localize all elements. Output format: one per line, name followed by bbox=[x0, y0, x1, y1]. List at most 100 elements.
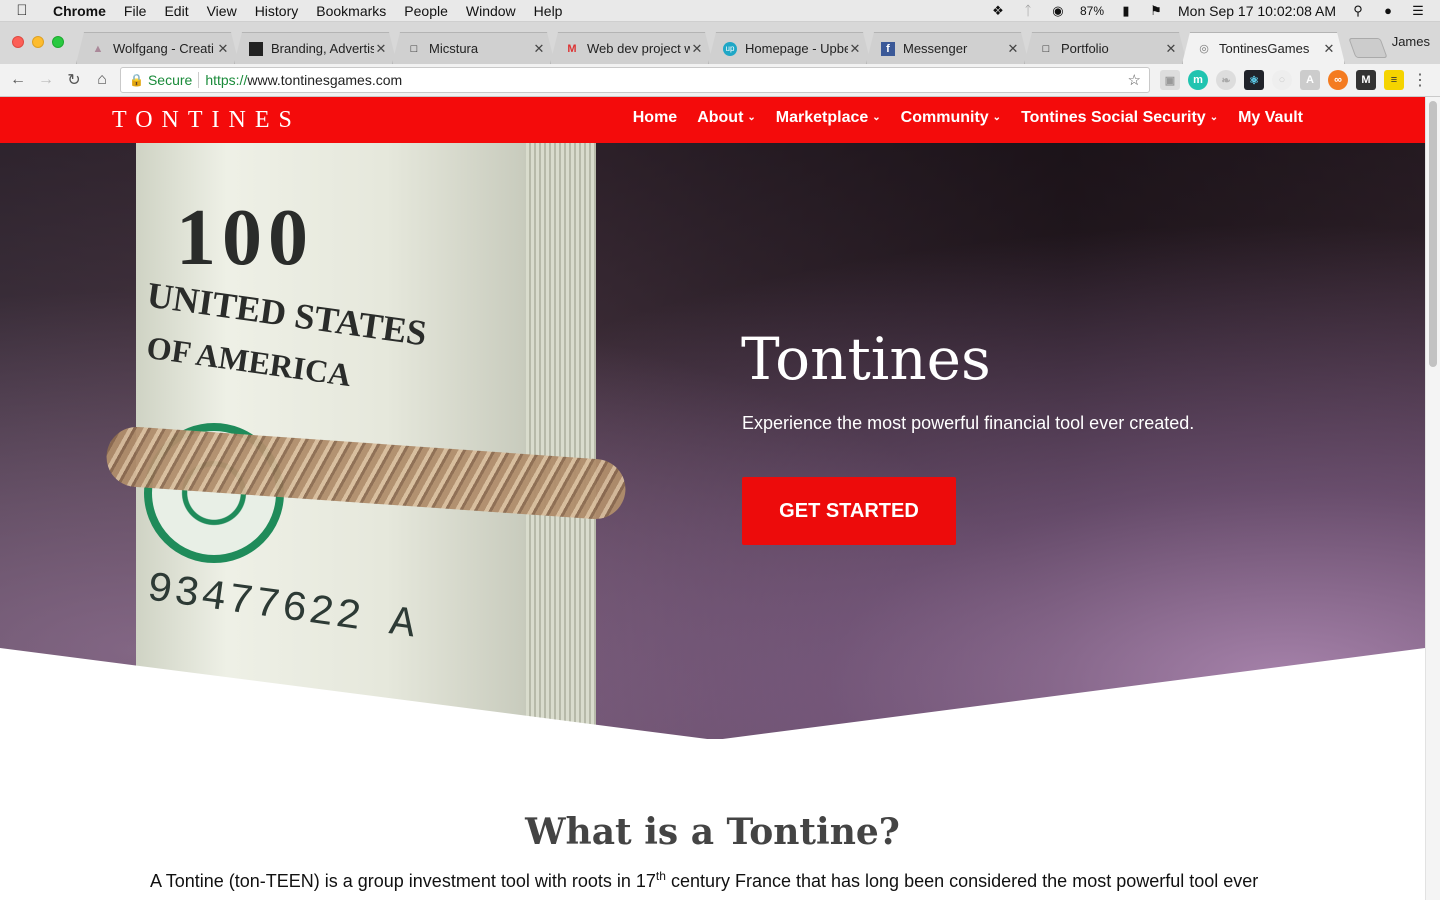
close-tab-icon[interactable]: ✕ bbox=[1322, 41, 1336, 57]
menubar-clock[interactable]: Mon Sep 17 10:02:08 AM bbox=[1178, 3, 1336, 19]
grammar-extension-icon[interactable]: A bbox=[1300, 70, 1320, 90]
orange-extension-icon[interactable]: ∞ bbox=[1328, 70, 1348, 90]
tab-tontinesgames[interactable]: ◎ TontinesGames ✕ bbox=[1182, 32, 1345, 64]
site-logo[interactable]: TONTINES bbox=[112, 107, 301, 134]
profile-name[interactable]: James bbox=[1392, 34, 1430, 49]
close-window-button[interactable] bbox=[12, 36, 24, 48]
url-scheme: https:// bbox=[205, 72, 248, 88]
tab-label: TontinesGames bbox=[1219, 41, 1310, 56]
wifi-icon[interactable]: ◉ bbox=[1050, 3, 1066, 18]
notification-center-icon[interactable]: ☰ bbox=[1410, 3, 1426, 18]
cast-extension-icon[interactable]: ▣ bbox=[1160, 70, 1180, 90]
tab-gmail[interactable]: M Web dev project w ✕ bbox=[550, 32, 713, 64]
home-icon[interactable]: ⌂ bbox=[88, 71, 116, 89]
address-bar[interactable]: 🔒 Secure https:// www.tontinesgames.com … bbox=[120, 67, 1150, 93]
flag-icon[interactable]: ⚑ bbox=[1148, 3, 1164, 18]
siri-icon[interactable]: ● bbox=[1380, 3, 1396, 18]
site-header: TONTINES Home About ⌄ Marketplace ⌄ Commun… bbox=[0, 97, 1425, 143]
menu-bookmarks[interactable]: Bookmarks bbox=[307, 3, 395, 19]
globe-favicon-icon: ◎ bbox=[1199, 43, 1209, 55]
extensions-row: ▣ m ❧ ⚛ ○ A ∞ M ≡ bbox=[1160, 70, 1404, 90]
tab-label: Wolfgang - Creati bbox=[113, 41, 214, 56]
menu-file[interactable]: File bbox=[115, 3, 156, 19]
close-tab-icon[interactable]: ✕ bbox=[848, 41, 862, 57]
tab-portfolio[interactable]: □ Portfolio ✕ bbox=[1024, 32, 1187, 64]
close-tab-icon[interactable]: ✕ bbox=[1006, 41, 1020, 57]
nav-community-label: Community bbox=[900, 109, 989, 126]
reload-icon[interactable]: ↻ bbox=[60, 70, 88, 90]
tab-micstura[interactable]: □ Micstura ✕ bbox=[392, 32, 555, 64]
chrome-menu-icon[interactable]: ⋮ bbox=[1412, 70, 1428, 90]
bookmark-star-icon[interactable]: ☆ bbox=[1128, 71, 1141, 89]
new-tab-button[interactable] bbox=[1348, 38, 1388, 58]
tab-messenger[interactable]: f Messenger ✕ bbox=[866, 32, 1029, 64]
close-tab-icon[interactable]: ✕ bbox=[216, 41, 230, 57]
close-tab-icon[interactable]: ✕ bbox=[374, 41, 388, 57]
minimize-window-button[interactable] bbox=[32, 36, 44, 48]
nav-community[interactable]: Community ⌄ bbox=[901, 109, 1001, 127]
nav-my-vault[interactable]: My Vault bbox=[1238, 109, 1303, 127]
menu-help[interactable]: Help bbox=[525, 3, 572, 19]
nav-home-label: Home bbox=[632, 109, 678, 126]
nav-social-security[interactable]: Tontines Social Security ⌄ bbox=[1021, 109, 1218, 127]
lock-icon[interactable]: 🔒 bbox=[129, 73, 144, 87]
branding-favicon-icon bbox=[249, 42, 263, 56]
tab-branding[interactable]: Branding, Advertis ✕ bbox=[234, 32, 397, 64]
chevron-down-icon: ⌄ bbox=[1209, 112, 1219, 123]
hero-bottom-wedge bbox=[0, 648, 1425, 739]
menu-edit[interactable]: Edit bbox=[155, 3, 197, 19]
page-scrollbar[interactable] bbox=[1425, 97, 1440, 900]
back-arrow-icon[interactable]: ← bbox=[4, 71, 32, 89]
tab-wolfgang[interactable]: ▲ Wolfgang - Creati ✕ bbox=[76, 32, 239, 64]
chevron-down-icon: ⌄ bbox=[872, 112, 881, 123]
menu-people[interactable]: People bbox=[395, 3, 457, 19]
wolfgang-favicon-icon: ▲ bbox=[92, 42, 104, 55]
medium-extension-icon[interactable]: M bbox=[1356, 70, 1376, 90]
forward-arrow-icon[interactable]: → bbox=[32, 71, 60, 89]
yellow-extension-icon[interactable]: ≡ bbox=[1384, 70, 1404, 90]
zoom-window-button[interactable] bbox=[52, 36, 64, 48]
bluetooth-icon[interactable]: ᛏ bbox=[1020, 3, 1036, 18]
secure-label[interactable]: Secure bbox=[148, 72, 192, 88]
tab-upwork[interactable]: up Homepage - Upbe ✕ bbox=[708, 32, 871, 64]
webpage-viewport: TONTINES Home About ⌄ Marketplace ⌄ Commun… bbox=[0, 97, 1425, 900]
upwork-favicon-icon: up bbox=[723, 42, 737, 56]
site-nav: Home About ⌄ Marketplace ⌄ Community ⌄ Tont… bbox=[633, 109, 1303, 127]
close-tab-icon[interactable]: ✕ bbox=[532, 41, 546, 57]
section-title: What is a Tontine? bbox=[525, 811, 900, 853]
close-tab-icon[interactable]: ✕ bbox=[690, 41, 704, 57]
get-started-button[interactable]: GET STARTED bbox=[742, 477, 956, 545]
tab-label: Branding, Advertis bbox=[271, 41, 374, 56]
hero-subtitle: Experience the most powerful financial t… bbox=[742, 413, 1195, 433]
feather-extension-icon[interactable]: ❧ bbox=[1216, 70, 1236, 90]
macos-menu-bar:  Chrome File Edit View History Bookmark… bbox=[0, 0, 1440, 22]
page-favicon-icon: □ bbox=[410, 42, 418, 55]
chevron-down-icon: ⌄ bbox=[992, 112, 1002, 123]
hero-section: 100 UNITED STATES OF AMERICA 93477622 A … bbox=[0, 143, 1425, 739]
close-tab-icon[interactable]: ✕ bbox=[1164, 41, 1178, 57]
m-extension-icon[interactable]: m bbox=[1188, 70, 1208, 90]
apple-icon[interactable]:  bbox=[0, 2, 44, 19]
menu-history[interactable]: History bbox=[246, 3, 308, 19]
body-text-superscript: th bbox=[655, 869, 666, 883]
nav-marketplace[interactable]: Marketplace ⌄ bbox=[776, 109, 881, 127]
circle-extension-icon[interactable]: ○ bbox=[1272, 70, 1292, 90]
nav-about[interactable]: About ⌄ bbox=[697, 109, 756, 127]
scrollbar-thumb[interactable] bbox=[1429, 101, 1437, 367]
battery-icon[interactable]: ▮ bbox=[1118, 3, 1134, 18]
tab-label: Web dev project w bbox=[587, 41, 690, 56]
menu-view[interactable]: View bbox=[198, 3, 246, 19]
spotlight-icon[interactable]: ⚲ bbox=[1350, 3, 1366, 18]
react-devtools-icon[interactable]: ⚛ bbox=[1244, 70, 1264, 90]
nav-about-label: About bbox=[697, 109, 744, 126]
battery-percent: 87% bbox=[1079, 3, 1104, 18]
nav-home[interactable]: Home bbox=[633, 109, 677, 127]
body-text-part: A Tontine (ton-TEEN) is a group investme… bbox=[150, 871, 656, 891]
body-text-part: century France that has long been consid… bbox=[665, 871, 1259, 891]
bill-number: 100 bbox=[176, 194, 314, 282]
dropbox-icon[interactable]: ❖ bbox=[990, 3, 1006, 18]
menu-app-name[interactable]: Chrome bbox=[44, 3, 115, 19]
tab-label: Portfolio bbox=[1061, 41, 1109, 56]
browser-tab-strip: ▲ Wolfgang - Creati ✕ Branding, Advertis… bbox=[0, 22, 1440, 64]
menu-window[interactable]: Window bbox=[457, 3, 525, 19]
